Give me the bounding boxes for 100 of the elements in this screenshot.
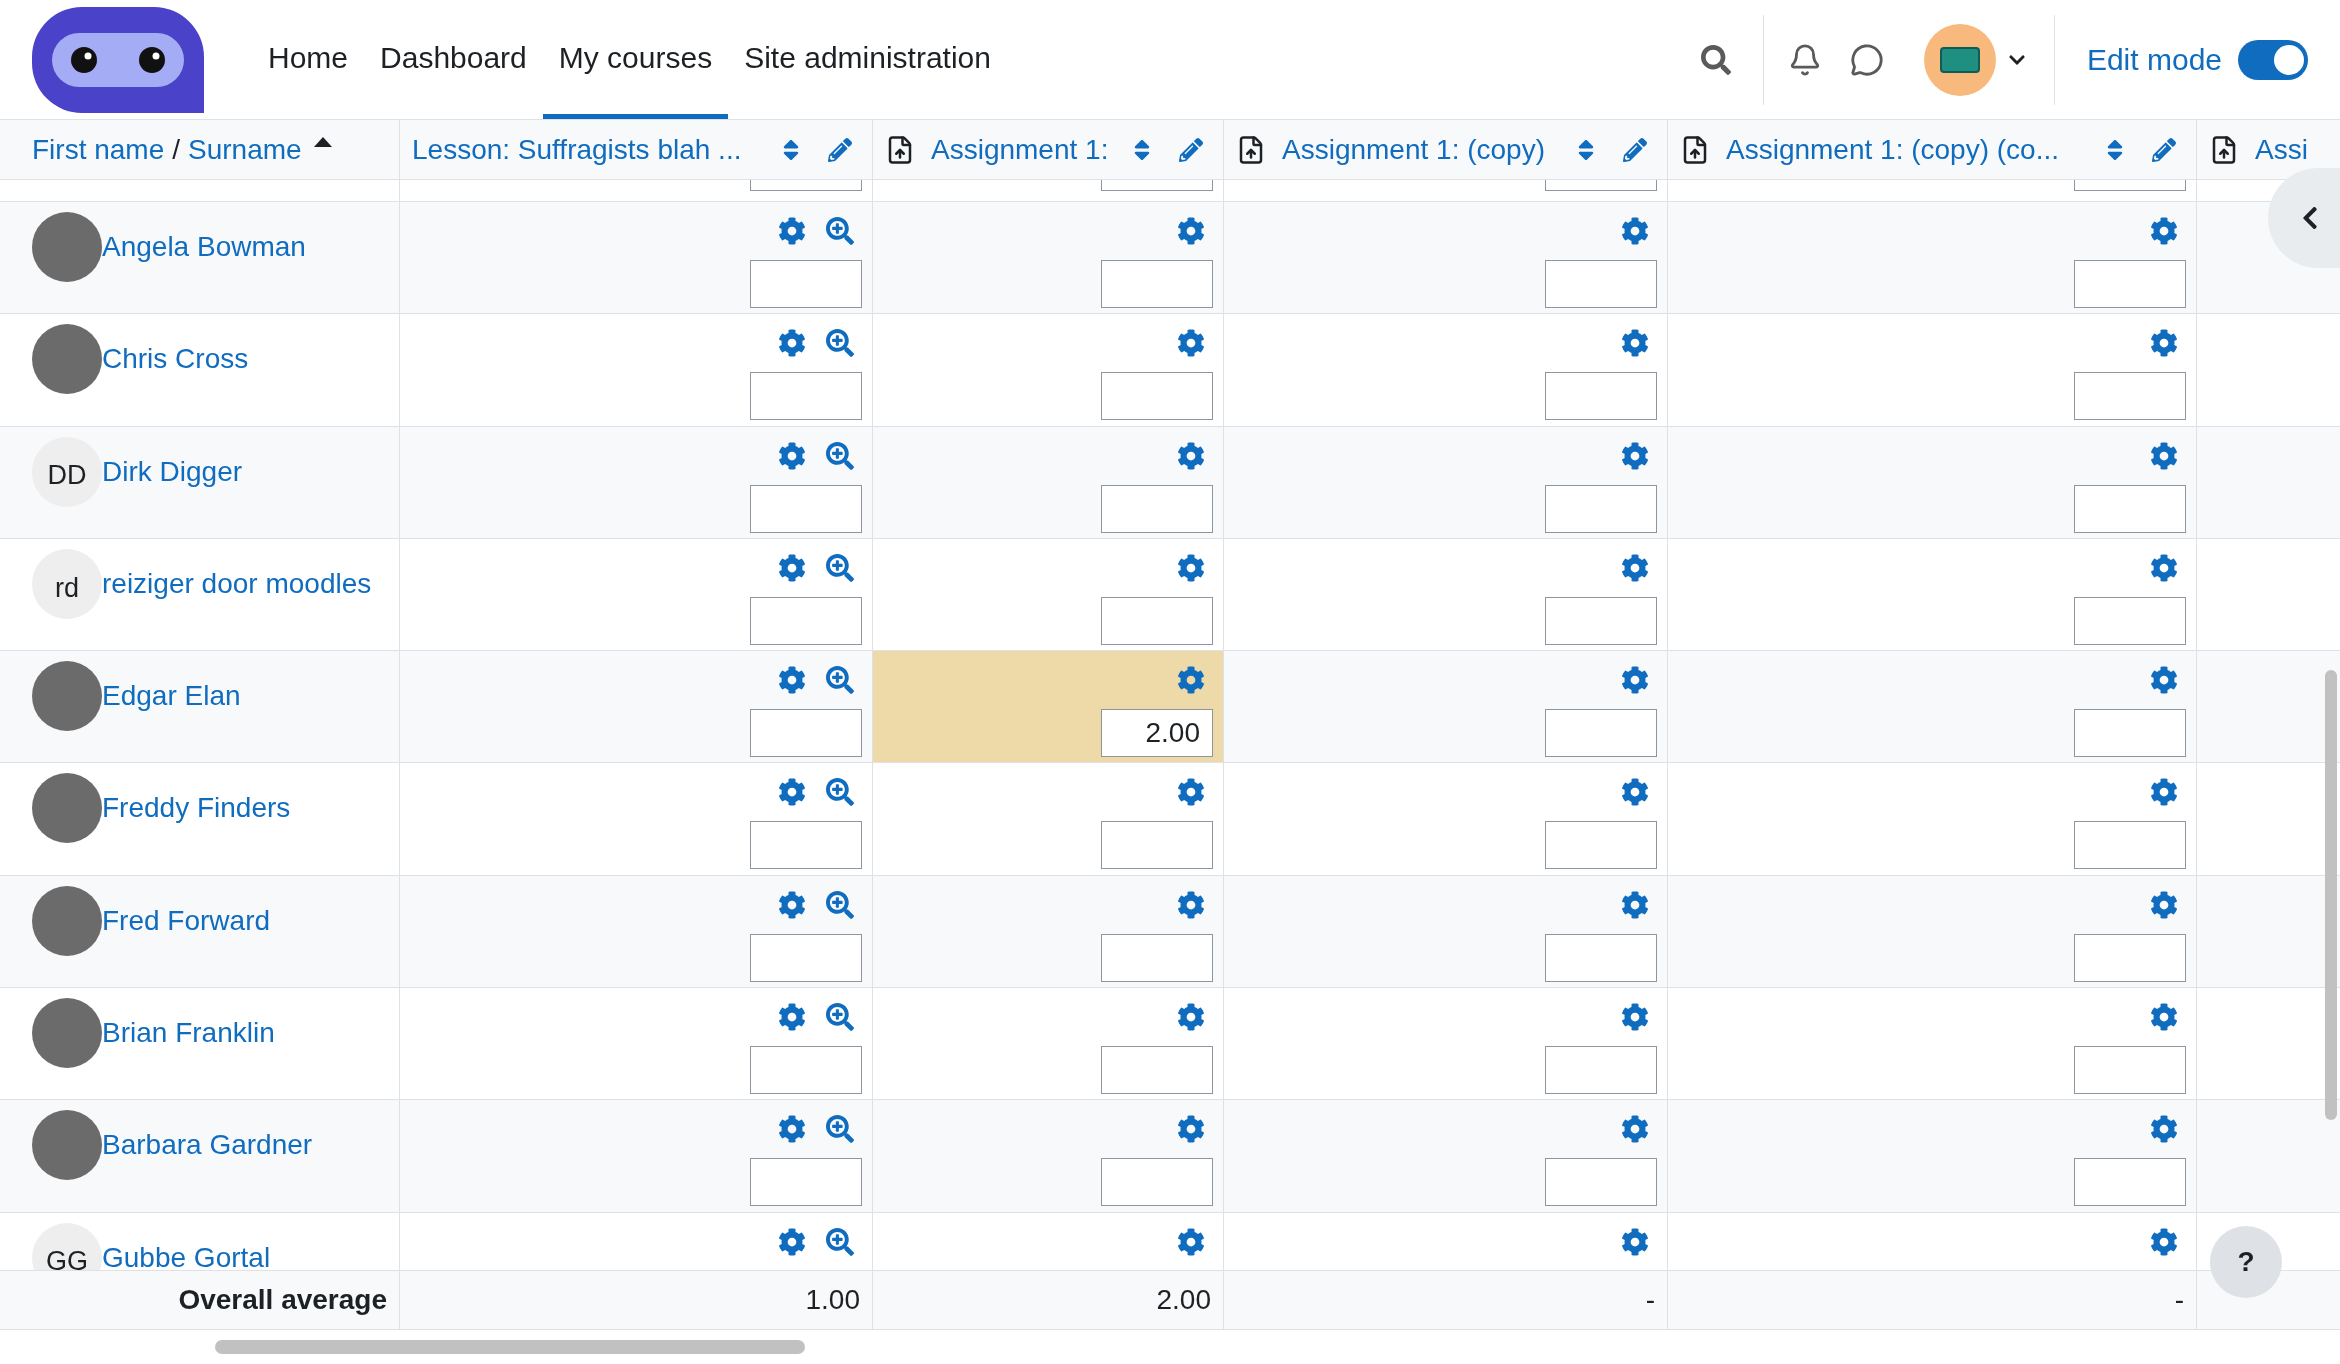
grade-input[interactable] <box>2074 821 2186 870</box>
gear-icon[interactable] <box>2150 553 2178 582</box>
grade-input[interactable] <box>1545 1158 1657 1207</box>
gear-icon[interactable] <box>778 1003 806 1032</box>
gear-icon[interactable] <box>1621 666 1649 695</box>
column-header-link[interactable]: Assignment 1: (copy) <box>1282 128 1545 171</box>
grade-input[interactable] <box>750 372 862 421</box>
nav-link[interactable]: Home <box>252 0 365 119</box>
gear-icon[interactable] <box>778 553 806 582</box>
gear-icon[interactable] <box>1177 1003 1205 1032</box>
gear-icon[interactable] <box>2150 778 2178 807</box>
edit-icon[interactable] <box>1179 137 1203 162</box>
surname-sort-link[interactable]: Surname <box>188 128 302 171</box>
gear-icon[interactable] <box>1177 778 1205 807</box>
grade-input[interactable] <box>2074 709 2186 758</box>
vertical-scrollbar-thumb[interactable] <box>2325 670 2337 1120</box>
horizontal-scrollbar-thumb[interactable] <box>215 1340 805 1354</box>
grade-input[interactable] <box>1101 484 1213 533</box>
grade-input[interactable] <box>2074 260 2186 308</box>
column-header-link[interactable]: Lesson: Suffragists blah ... <box>412 128 742 171</box>
grade-input[interactable] <box>1545 709 1657 758</box>
zoom-in-icon[interactable] <box>826 1227 854 1256</box>
gear-icon[interactable] <box>778 666 806 695</box>
grade-input[interactable] <box>1545 484 1657 533</box>
student-name-link[interactable]: Angela Bowman <box>102 226 306 268</box>
student-name-link[interactable]: Dirk Digger <box>102 450 243 493</box>
edit-icon[interactable] <box>1623 137 1647 162</box>
student-name-link[interactable]: Gubbe Gortal <box>102 1236 271 1270</box>
zoom-in-icon[interactable] <box>826 1115 854 1144</box>
grade-input[interactable] <box>2074 1158 2186 1207</box>
gear-icon[interactable] <box>1177 890 1205 919</box>
grade-input[interactable] <box>750 933 862 982</box>
gear-icon[interactable] <box>2150 329 2178 358</box>
grade-input[interactable] <box>750 596 862 645</box>
zoom-in-icon[interactable] <box>826 553 854 582</box>
gear-icon[interactable] <box>778 329 806 358</box>
grade-input[interactable] <box>1545 260 1657 308</box>
gear-icon[interactable] <box>778 778 806 807</box>
grade-input[interactable] <box>750 1046 862 1095</box>
first-name-sort-link[interactable]: First name <box>32 128 165 171</box>
gear-icon[interactable] <box>778 441 806 470</box>
student-name-link[interactable]: Fred Forward <box>102 899 271 942</box>
gear-icon[interactable] <box>1177 1227 1205 1256</box>
chat-icon[interactable] <box>1849 42 1884 77</box>
gear-icon[interactable] <box>778 217 806 245</box>
gear-icon[interactable] <box>1621 553 1649 582</box>
grade-input[interactable] <box>1545 933 1657 982</box>
gear-icon[interactable] <box>1621 1227 1649 1256</box>
grade-input[interactable] <box>1101 1158 1213 1207</box>
gear-icon[interactable] <box>778 1227 806 1256</box>
gear-icon[interactable] <box>1621 329 1649 358</box>
grade-input[interactable] <box>2074 933 2186 982</box>
grade-input[interactable] <box>750 484 862 533</box>
grade-input[interactable] <box>1545 372 1657 421</box>
zoom-in-icon[interactable] <box>826 1003 854 1032</box>
gear-icon[interactable] <box>1621 1003 1649 1032</box>
column-header-link[interactable]: Assignment 1: (copy) (co... <box>1726 128 2059 171</box>
grade-input[interactable] <box>1101 1046 1213 1095</box>
nav-link[interactable]: Site administration <box>728 0 1007 119</box>
grade-input[interactable] <box>1101 933 1213 982</box>
grade-input[interactable] <box>750 1158 862 1207</box>
gear-icon[interactable] <box>2150 890 2178 919</box>
gear-icon[interactable] <box>1621 441 1649 470</box>
grade-input[interactable] <box>1545 596 1657 645</box>
gear-icon[interactable] <box>778 1115 806 1144</box>
edit-icon[interactable] <box>828 137 852 162</box>
logo-icon[interactable] <box>32 6 204 113</box>
student-name-link[interactable]: Barbara Gardner <box>102 1124 313 1167</box>
column-header-link[interactable]: Assi <box>2255 128 2308 171</box>
grade-input[interactable] <box>1101 372 1213 421</box>
zoom-in-icon[interactable] <box>826 890 854 919</box>
gear-icon[interactable] <box>1177 666 1205 695</box>
grade-input[interactable] <box>2074 484 2186 533</box>
grade-input[interactable] <box>2074 596 2186 645</box>
grade-input[interactable] <box>1545 1046 1657 1095</box>
grade-input[interactable] <box>2074 1046 2186 1095</box>
gear-icon[interactable] <box>1621 890 1649 919</box>
zoom-in-icon[interactable] <box>826 441 854 470</box>
gear-icon[interactable] <box>2150 441 2178 470</box>
gear-icon[interactable] <box>2150 1003 2178 1032</box>
grade-input[interactable] <box>2074 372 2186 421</box>
gear-icon[interactable] <box>1177 553 1205 582</box>
gear-icon[interactable] <box>2150 1227 2178 1256</box>
search-icon[interactable] <box>1700 44 1731 75</box>
grade-input[interactable] <box>1101 821 1213 870</box>
student-name-link[interactable]: reiziger door moodles <box>102 562 372 605</box>
grade-input[interactable]: 2.00 <box>1101 709 1213 758</box>
gear-icon[interactable] <box>1621 217 1649 245</box>
student-name-link[interactable]: Edgar Elan <box>102 675 241 718</box>
student-name-link[interactable]: Freddy Finders <box>102 787 291 830</box>
column-header-link[interactable]: Assignment 1: <box>931 128 1109 171</box>
gear-icon[interactable] <box>1177 441 1205 470</box>
grade-input[interactable] <box>1101 596 1213 645</box>
zoom-in-icon[interactable] <box>826 217 854 245</box>
edit-mode-switch[interactable] <box>2238 39 2308 80</box>
grade-input[interactable] <box>750 709 862 758</box>
gear-icon[interactable] <box>2150 217 2178 245</box>
zoom-in-icon[interactable] <box>826 778 854 807</box>
gear-icon[interactable] <box>1177 217 1205 245</box>
gear-icon[interactable] <box>2150 666 2178 695</box>
